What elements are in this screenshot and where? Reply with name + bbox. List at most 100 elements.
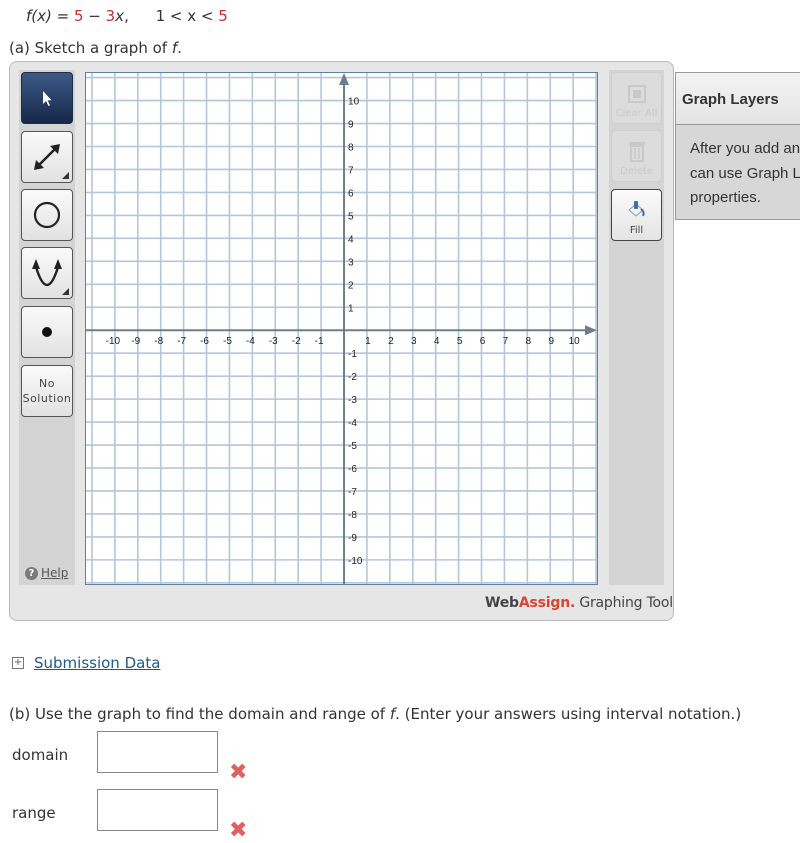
graph-layers-help: After you add an object to the graph you… <box>690 137 800 211</box>
x-tick-label: 1 <box>365 336 371 347</box>
select-tool-button[interactable] <box>21 72 73 124</box>
func-const: 5 <box>73 7 84 25</box>
webassign-brand: WebAssign. Graphing Tool <box>485 595 673 611</box>
domain-condition: 1 < x < <box>155 7 219 25</box>
part-b-prompt: (b) Use the graph to find the domain and… <box>9 705 741 723</box>
x-tick-label: -2 <box>292 336 301 347</box>
x-tick-label: -6 <box>200 336 209 347</box>
x-tick-label: 5 <box>457 336 463 347</box>
submission-data-toggle[interactable]: + Submission Data <box>12 654 160 672</box>
submenu-corner-icon <box>62 172 69 179</box>
part-a-prompt: (a) Sketch a graph of f. <box>9 39 182 57</box>
func-minus: − <box>83 7 106 25</box>
incorrect-x-icon: ✖ <box>229 818 248 843</box>
help-link[interactable]: ? Help <box>25 566 68 580</box>
func-prefix: f(x) = <box>26 7 74 25</box>
graph-layers-title: Graph Layers <box>676 73 800 125</box>
submenu-corner-icon <box>62 288 69 295</box>
x-tick-label: -1 <box>315 336 324 347</box>
clear-all-button[interactable]: Clear All <box>611 72 662 124</box>
y-tick-label: 4 <box>348 234 354 245</box>
x-tick-label: 2 <box>388 336 394 347</box>
domain-label: domain <box>12 746 69 764</box>
clear-all-label: Clear All <box>615 108 658 119</box>
help-icon: ? <box>25 566 38 580</box>
func-comma: , <box>124 7 129 25</box>
no-solution-line1: No <box>39 377 55 390</box>
range-input[interactable] <box>97 789 218 831</box>
line-tool-button[interactable] <box>21 131 73 183</box>
x-tick-label: -9 <box>131 336 140 347</box>
pointer-arrow-icon <box>43 91 52 106</box>
point-tool-button[interactable] <box>21 306 73 358</box>
no-solution-line2: Solution <box>22 392 72 405</box>
trash-icon <box>628 142 645 162</box>
y-tick-label: 9 <box>348 120 354 131</box>
y-tick-label: -6 <box>348 464 357 475</box>
parabola-tool-button[interactable] <box>21 247 73 299</box>
no-solution-button[interactable]: No Solution <box>21 365 73 417</box>
y-tick-label: -3 <box>348 395 357 406</box>
brand-web: Web <box>485 595 519 611</box>
coordinate-grid[interactable]: -10 -9 -8 -7 -6 -5 -4 -3 -2 -1 1 2 3 4 5 6 7 8 9 10 10 9 8 7 6 5 4… <box>86 73 597 584</box>
y-tick-label: -7 <box>348 487 357 498</box>
part-a-end: . <box>177 39 182 57</box>
graph-layers-panel: Graph Layers After you add an object to … <box>675 72 800 220</box>
brand-tool: Graphing Tool <box>575 595 673 611</box>
y-tick-label: -9 <box>348 533 357 544</box>
y-tick-label: 1 <box>348 303 354 314</box>
y-tick-label: 10 <box>348 97 360 108</box>
range-label: range <box>12 804 56 822</box>
fill-button[interactable]: Fill <box>611 189 662 241</box>
delete-label: Delete <box>620 166 653 177</box>
domain-input[interactable] <box>97 731 218 773</box>
x-tick-label: 7 <box>503 336 509 347</box>
x-tick-label: -5 <box>223 336 232 347</box>
graph-canvas[interactable]: -10 -9 -8 -7 -6 -5 -4 -3 -2 -1 1 2 3 4 5 6 7 8 9 10 10 9 8 7 6 5 4… <box>85 72 598 585</box>
clear-all-icon <box>627 85 646 103</box>
x-tick-label: 4 <box>434 336 440 347</box>
y-axis-arrow-icon <box>339 73 350 85</box>
y-tick-label: 8 <box>348 142 354 153</box>
x-tick-label: -10 <box>106 336 121 347</box>
x-tick-label: 9 <box>548 336 554 347</box>
y-tick-label: -1 <box>348 349 357 360</box>
help-label: Help <box>41 566 69 580</box>
x-tick-label: -8 <box>154 336 163 347</box>
y-tick-label: -10 <box>348 556 363 567</box>
y-tick-label: 5 <box>348 211 354 222</box>
y-tick-label: 3 <box>348 257 354 268</box>
part-b-prefix: (b) Use the graph to find the domain and… <box>9 705 390 723</box>
expand-plus-icon: + <box>12 657 24 669</box>
fill-label: Fill <box>629 225 644 236</box>
function-definition: f(x) = 5 − 3x, 1 < x < 5 <box>26 7 228 25</box>
func-coef: 3 <box>105 7 116 25</box>
x-tick-label: -4 <box>246 336 255 347</box>
incorrect-x-icon: ✖ <box>229 760 248 785</box>
delete-button[interactable]: Delete <box>611 130 662 182</box>
y-tick-label: 2 <box>348 280 354 291</box>
y-tick-label: -4 <box>348 418 357 429</box>
layers-line1: After you add an object to the graph you <box>690 140 800 157</box>
layers-line3: properties. <box>690 189 761 206</box>
paint-bucket-icon <box>627 201 645 217</box>
point-icon <box>42 327 52 337</box>
x-tick-label: 8 <box>526 336 532 347</box>
y-tick-label: 7 <box>348 165 354 176</box>
x-tick-label: -7 <box>177 336 186 347</box>
x-tick-label: 3 <box>411 336 417 347</box>
y-tick-label: -8 <box>348 510 357 521</box>
circle-icon <box>33 201 61 229</box>
y-tick-label: 6 <box>348 188 354 199</box>
submission-data-link[interactable]: Submission Data <box>34 654 160 672</box>
circle-tool-button[interactable] <box>21 189 73 241</box>
layers-line2: can use Graph Layers to view and edit it… <box>690 164 800 182</box>
line-arrows-icon <box>34 144 60 170</box>
part-b-suffix: . (Enter your answers using interval not… <box>395 705 742 723</box>
x-tick-label: 6 <box>480 336 486 347</box>
func-var: x <box>115 7 125 25</box>
brand-assign: Assign. <box>518 595 576 611</box>
parabola-icon <box>32 259 62 287</box>
domain-upper: 5 <box>218 7 228 25</box>
x-axis-arrow-icon <box>585 325 597 336</box>
